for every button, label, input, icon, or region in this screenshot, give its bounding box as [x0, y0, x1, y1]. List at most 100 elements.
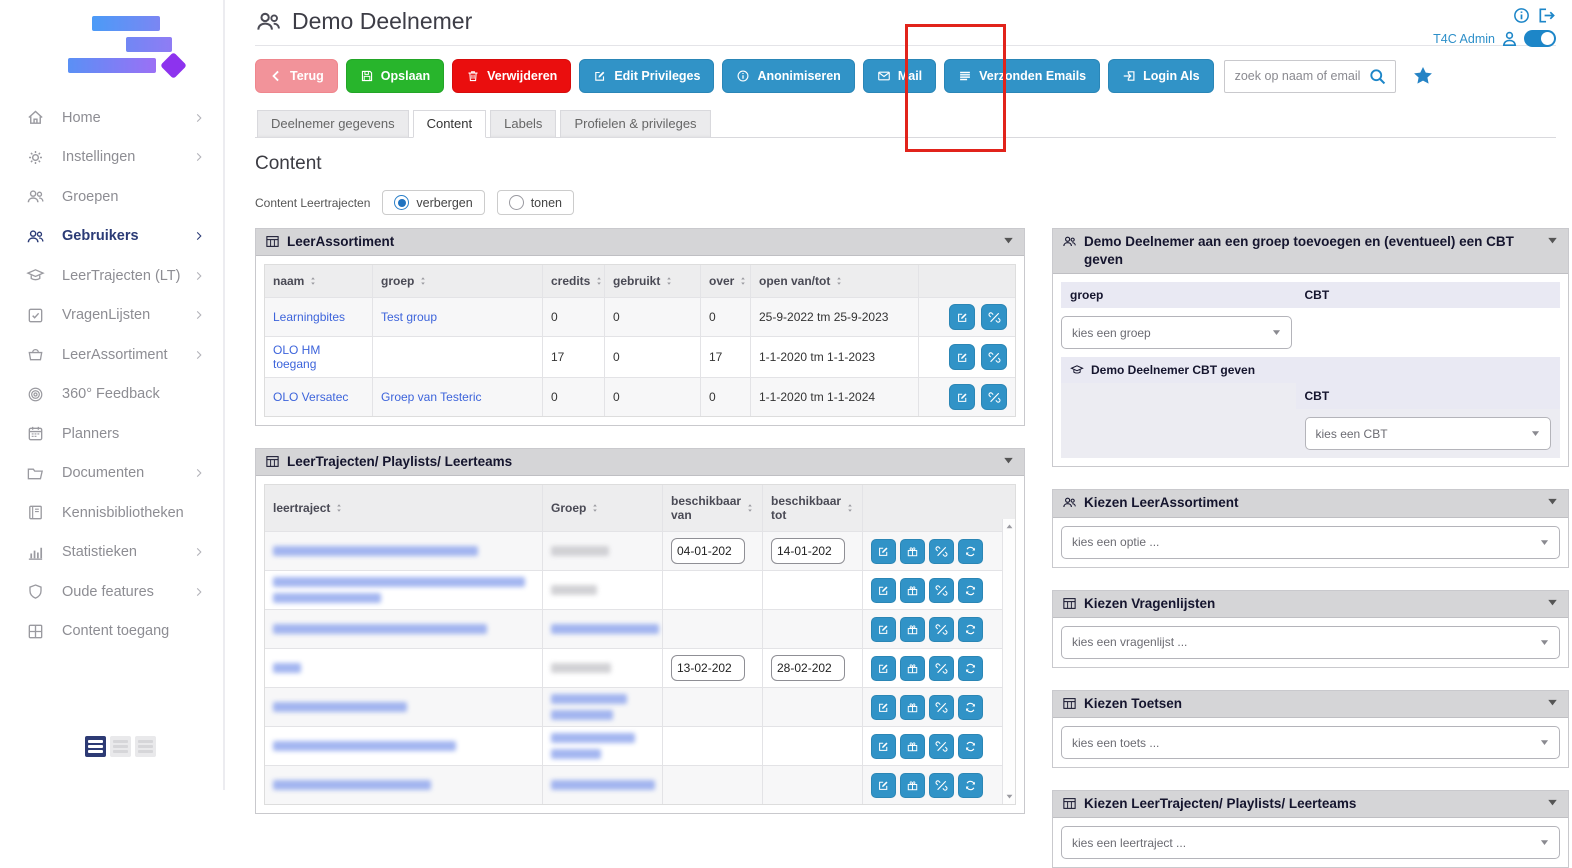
- gift-button[interactable]: [900, 773, 925, 798]
- unlink-button[interactable]: [981, 384, 1007, 410]
- table-scrollbar[interactable]: [1002, 519, 1015, 804]
- gift-button[interactable]: [900, 578, 925, 603]
- caret-up-icon[interactable]: [1005, 522, 1014, 531]
- caret-down-icon[interactable]: [1546, 495, 1559, 508]
- sidebar-item-groepen[interactable]: Groepen: [0, 177, 223, 217]
- radio-tonen[interactable]: tonen: [497, 190, 574, 215]
- naam-link[interactable]: OLO Versatec: [273, 390, 348, 404]
- caret-down-icon[interactable]: [1546, 696, 1559, 709]
- info-icon[interactable]: [1512, 6, 1531, 25]
- sidebar-item-instellingen[interactable]: Instellingen: [0, 138, 223, 178]
- edit-button[interactable]: [871, 578, 896, 603]
- beschikbaar-van-input[interactable]: [671, 655, 745, 681]
- refresh-button[interactable]: [958, 656, 983, 681]
- gift-button[interactable]: [900, 617, 925, 642]
- sidebar-item-gebruikers[interactable]: Gebruikers: [0, 217, 223, 257]
- kiezen-leertrajecten-playlists-leerteams-select[interactable]: kies een leertraject ...: [1061, 826, 1560, 859]
- sidebar-item-kennisbibliotheken[interactable]: Kennisbibliotheken: [0, 493, 223, 533]
- edit-button[interactable]: [949, 384, 975, 410]
- edit-button[interactable]: [949, 304, 975, 330]
- layout-option-list-active[interactable]: [85, 736, 106, 757]
- mail-button[interactable]: Mail: [863, 59, 936, 93]
- caret-down-icon[interactable]: [1546, 596, 1559, 609]
- tab-deelnemer-gegevens[interactable]: Deelnemer gegevens: [257, 110, 409, 138]
- column-gebruikt[interactable]: gebruikt: [605, 265, 701, 297]
- gift-button[interactable]: [900, 539, 925, 564]
- groep-select[interactable]: kies een groep: [1061, 316, 1292, 349]
- sidebar-item-leerassortiment[interactable]: LeerAssortiment: [0, 335, 223, 375]
- verwijderen-button[interactable]: Verwijderen: [452, 59, 571, 93]
- kiezen-vragenlijsten-select[interactable]: kies een vragenlijst ...: [1061, 626, 1560, 659]
- unlink-button[interactable]: [929, 773, 954, 798]
- refresh-button[interactable]: [958, 773, 983, 798]
- refresh-button[interactable]: [958, 617, 983, 642]
- groep-link[interactable]: Groep van Testeric: [381, 390, 482, 404]
- naam-link[interactable]: OLO HM toegang: [273, 343, 364, 371]
- sidebar-item-statistieken[interactable]: Statistieken: [0, 533, 223, 573]
- sidebar-item-content-toegang[interactable]: Content toegang: [0, 612, 223, 652]
- column-beschikbaar-tot[interactable]: beschikbaar tot: [763, 485, 863, 531]
- edit-button[interactable]: [871, 773, 896, 798]
- edit-button[interactable]: [871, 695, 896, 720]
- groep-link[interactable]: Test group: [381, 310, 437, 324]
- column-groep[interactable]: groep: [373, 265, 543, 297]
- terug-button[interactable]: Terug: [255, 59, 338, 93]
- signout-icon[interactable]: [1537, 6, 1556, 25]
- beschikbaar-tot-input[interactable]: [771, 538, 845, 564]
- refresh-button[interactable]: [958, 578, 983, 603]
- verzonden-emails-button[interactable]: Verzonden Emails: [944, 59, 1100, 93]
- search-icon[interactable]: [1368, 67, 1387, 86]
- tab-profielen-privileges[interactable]: Profielen & privileges: [560, 110, 710, 138]
- column-leertraject[interactable]: leertraject: [265, 485, 543, 531]
- naam-link[interactable]: Learningbites: [273, 310, 345, 324]
- edit-privileges-button[interactable]: Edit Privileges: [579, 59, 714, 93]
- column-beschikbaar-van[interactable]: beschikbaar van: [663, 485, 763, 531]
- column-credits[interactable]: credits: [543, 265, 605, 297]
- login-als-button[interactable]: Login Als: [1108, 59, 1213, 93]
- refresh-button[interactable]: [958, 695, 983, 720]
- theme-toggle[interactable]: [1524, 30, 1556, 47]
- unlink-button[interactable]: [929, 695, 954, 720]
- unlink-button[interactable]: [929, 734, 954, 759]
- edit-button[interactable]: [871, 734, 896, 759]
- caret-down-icon[interactable]: [1005, 792, 1014, 801]
- column-open-van-tot[interactable]: open van/tot: [751, 265, 919, 297]
- opslaan-button[interactable]: Opslaan: [346, 59, 444, 93]
- edit-button[interactable]: [871, 539, 896, 564]
- radio-verbergen[interactable]: verbergen: [382, 190, 484, 215]
- sidebar-item-home[interactable]: Home: [0, 98, 223, 138]
- sidebar-item-planners[interactable]: Planners: [0, 414, 223, 454]
- edit-button[interactable]: [871, 617, 896, 642]
- column-groep[interactable]: Groep: [543, 485, 663, 531]
- layout-option-3[interactable]: [135, 736, 156, 757]
- sidebar-item-documenten[interactable]: Documenten: [0, 454, 223, 494]
- tab-content[interactable]: Content: [413, 110, 487, 138]
- column-over[interactable]: over: [701, 265, 751, 297]
- gift-button[interactable]: [900, 656, 925, 681]
- caret-down-icon[interactable]: [1546, 796, 1559, 809]
- unlink-button[interactable]: [981, 304, 1007, 330]
- column-naam[interactable]: naam: [265, 265, 373, 297]
- unlink-button[interactable]: [929, 617, 954, 642]
- sidebar-item-360-feedback[interactable]: 360° Feedback: [0, 375, 223, 415]
- sidebar-item-oude-features[interactable]: Oude features: [0, 572, 223, 612]
- kiezen-leerassortiment-select[interactable]: kies een optie ...: [1061, 526, 1560, 559]
- favorite-star-icon[interactable]: [1412, 65, 1434, 87]
- beschikbaar-tot-input[interactable]: [771, 655, 845, 681]
- unlink-button[interactable]: [929, 578, 954, 603]
- edit-button[interactable]: [949, 344, 975, 370]
- refresh-button[interactable]: [958, 539, 983, 564]
- gift-button[interactable]: [900, 695, 925, 720]
- unlink-button[interactable]: [929, 656, 954, 681]
- gift-button[interactable]: [900, 734, 925, 759]
- refresh-button[interactable]: [958, 734, 983, 759]
- beschikbaar-van-input[interactable]: [671, 538, 745, 564]
- collapse-caret-icon[interactable]: [1546, 234, 1559, 247]
- collapse-caret-icon[interactable]: [1002, 454, 1015, 467]
- layout-option-2[interactable]: [110, 736, 131, 757]
- kiezen-toetsen-select[interactable]: kies een toets ...: [1061, 726, 1560, 759]
- sidebar-item-leertrajecten-lt[interactable]: LeerTrajecten (LT): [0, 256, 223, 296]
- unlink-button[interactable]: [981, 344, 1007, 370]
- tab-labels[interactable]: Labels: [490, 110, 556, 138]
- collapse-caret-icon[interactable]: [1002, 234, 1015, 247]
